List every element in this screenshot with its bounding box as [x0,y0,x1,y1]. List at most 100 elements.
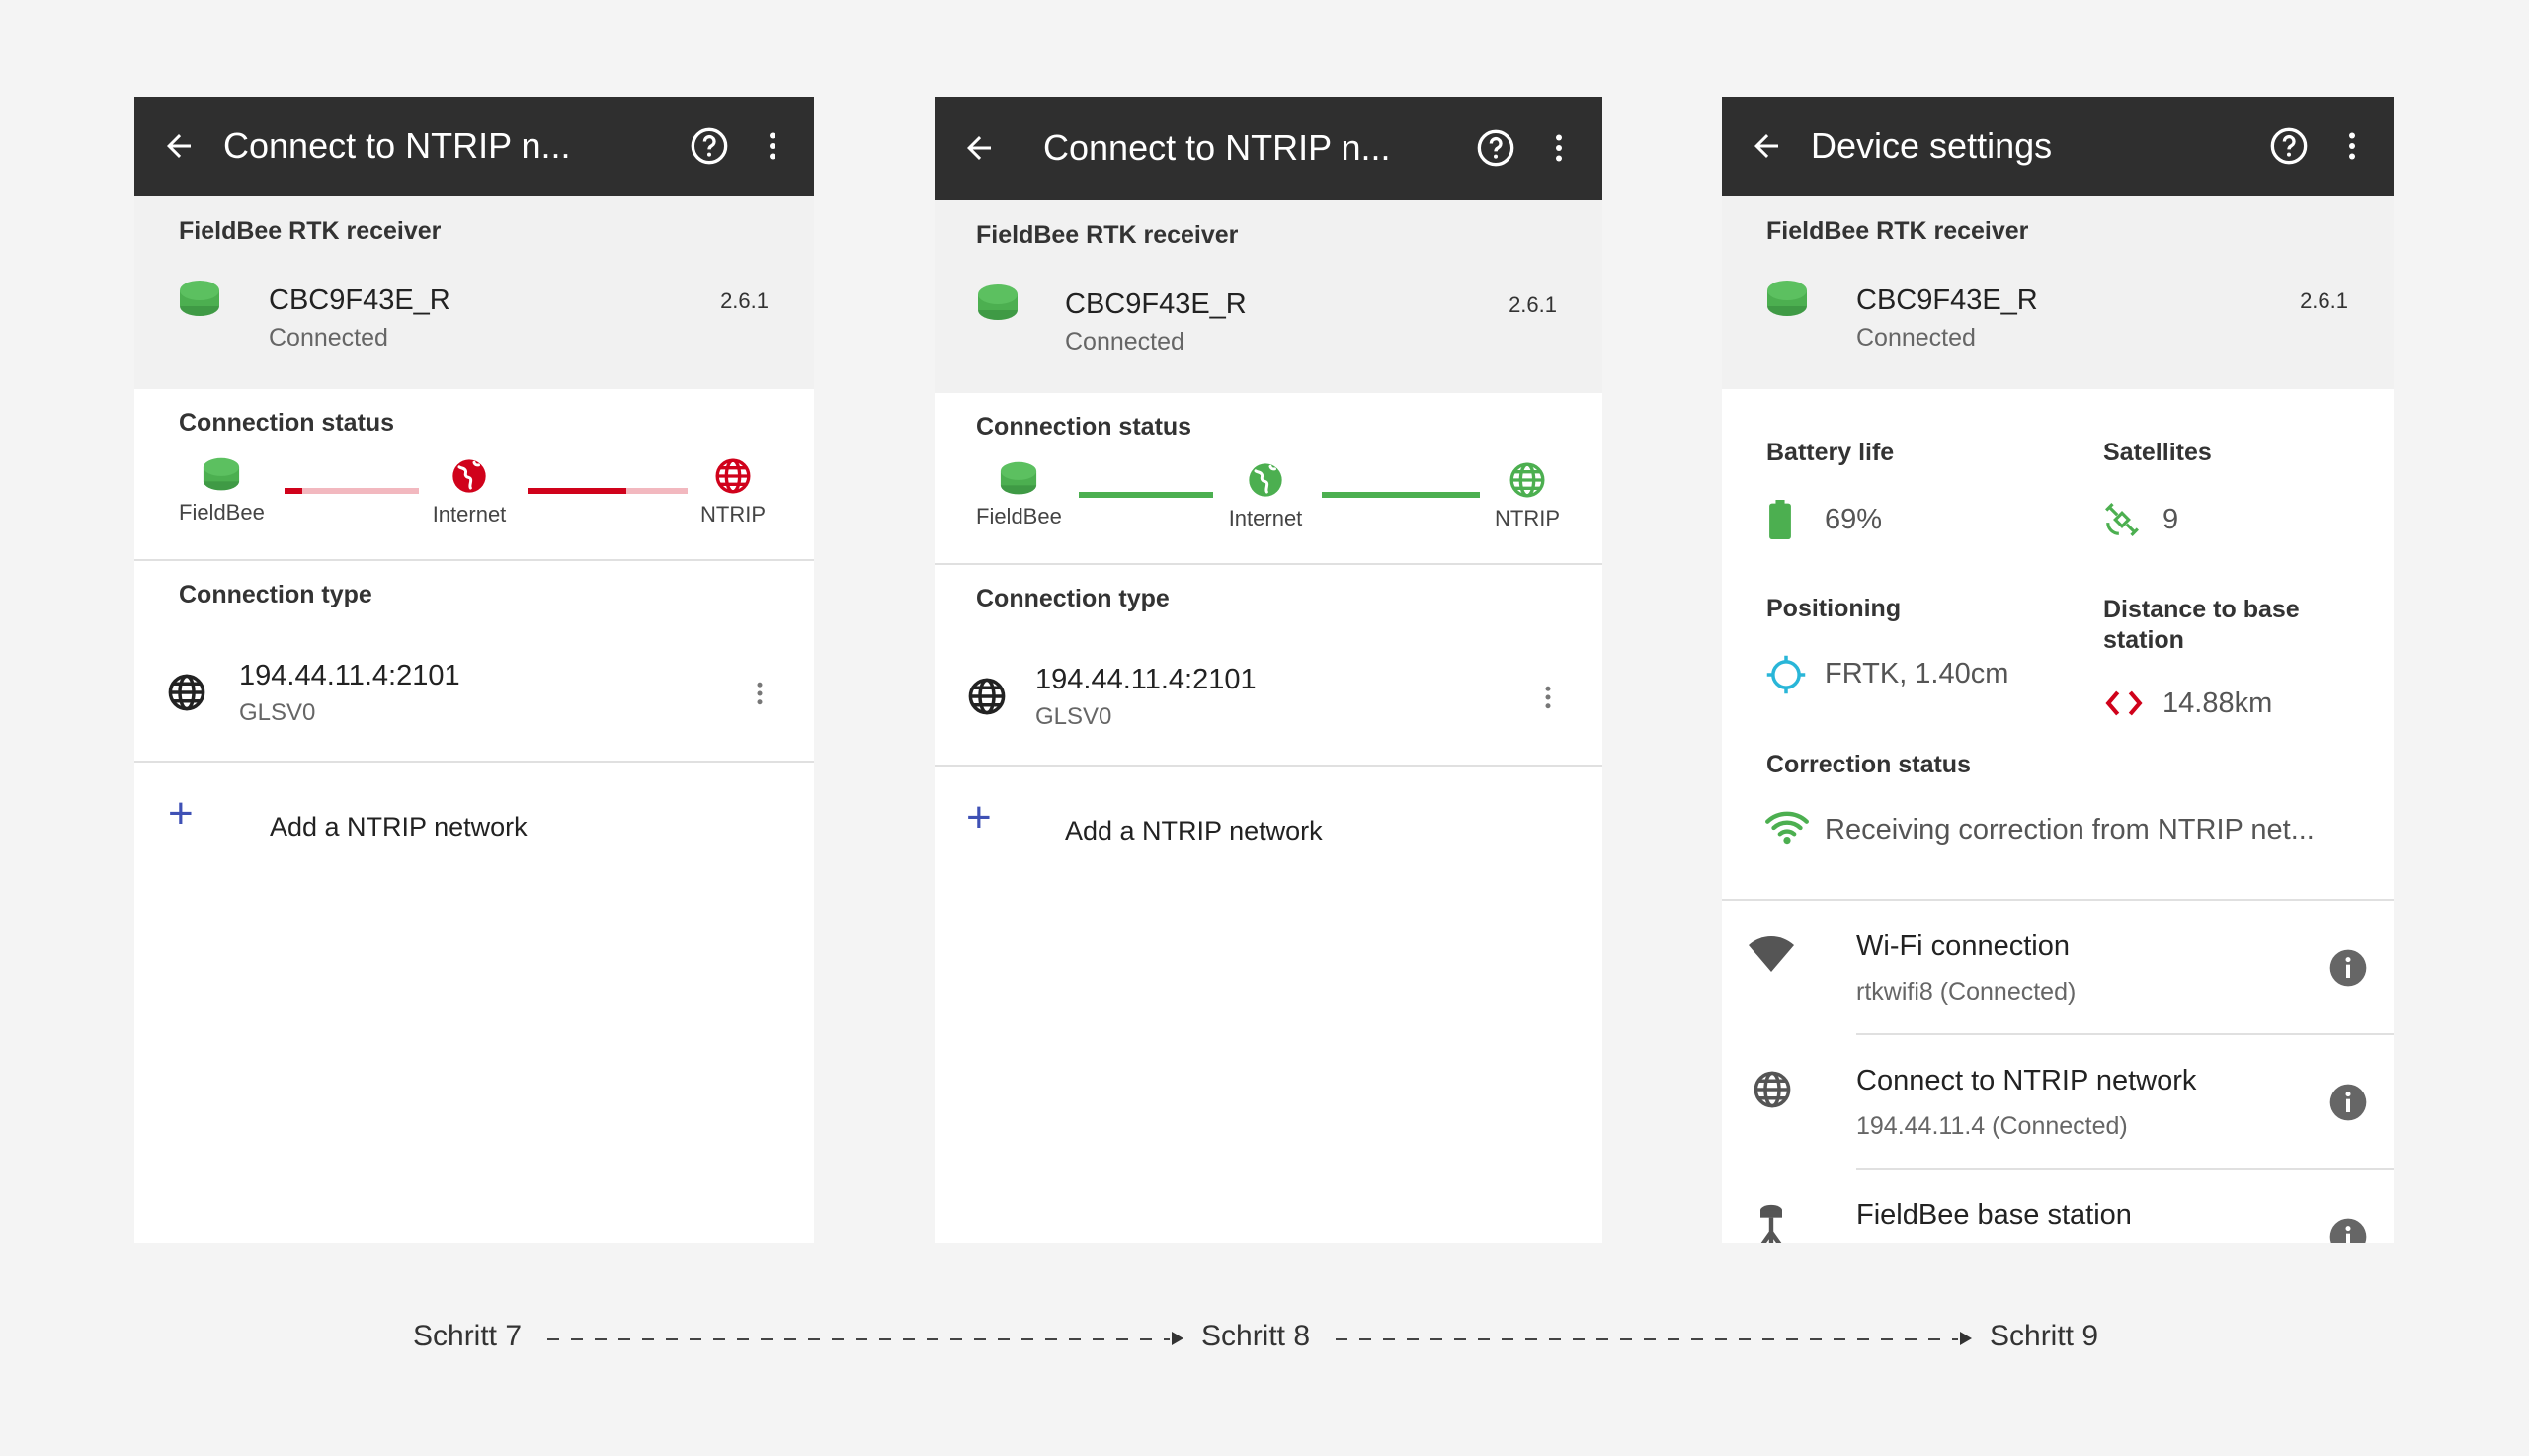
plus-icon: + [168,789,194,838]
step-label: Schritt 9 [1990,1320,2099,1352]
receiver-icon [204,457,240,491]
ntrip-mountpoint: GLSV0 [1035,703,1112,730]
step-label: Schritt 8 [1201,1320,1311,1352]
status-line [285,488,419,494]
arrow-left-icon [167,134,191,158]
wifi-icon [1749,936,1794,972]
more-vert-icon[interactable] [745,676,775,711]
ntrip-address[interactable]: 194.44.11.4:2101 [239,660,460,692]
page-title: Connect to NTRIP n... [223,125,571,166]
receiver-icon [1001,461,1037,495]
back-button[interactable] [134,97,223,196]
more-vert-icon [770,132,775,160]
app-bar: Device settings [1722,97,2394,196]
info-icon[interactable] [2328,948,2368,988]
arrow-right-icon [1172,1332,1183,1345]
code-arrows-icon [2105,690,2143,716]
more-vert-icon [2349,132,2355,160]
phone-screen-step-8: Connect to NTRIP n... FieldBee RTK recei… [935,97,1602,1243]
positioning-label: Positioning [1766,595,1902,622]
connection-status-section: Connection status FieldBee Internet NTRI… [134,389,814,561]
step-connector [547,1338,1170,1340]
ntrip-connection-row[interactable]: Connect to NTRIP network 194.44.11.4 (Co… [1722,1035,2394,1170]
globe-grid-icon [1509,462,1545,498]
globe-filled-icon [452,459,486,493]
help-button[interactable] [1464,99,1527,198]
step-flow: Schritt 7 Schritt 8 Schritt 9 [0,1320,2529,1359]
phone-screen-step-9: Device settings FieldBee RTK receiver CB… [1722,97,2394,1243]
add-ntrip-network-label: Add a NTRIP network [270,812,528,842]
correction-value: Receiving correction from NTRIP net... [1825,814,2315,846]
ntrip-connection-title: Connect to NTRIP network [1856,1065,2197,1096]
connection-type-section: Connection type 194.44.11.4:2101 GLSV0 [134,561,814,763]
more-vert-icon[interactable] [1533,680,1563,715]
distance-label: Distance to base station [2103,596,2300,654]
satellites-value: 9 [2162,504,2179,535]
help-icon [2270,127,2308,165]
receiver-icon [978,284,1018,320]
satellite-icon [2105,503,2139,536]
help-icon [691,127,728,165]
app-bar: Connect to NTRIP n... [935,97,1602,200]
status-node-label: FieldBee [976,504,1062,528]
more-vert-icon [1556,134,1562,162]
overflow-menu-button[interactable] [1527,99,1591,198]
device-info-panel: Battery life 69% Satellites 9 Positionin… [1722,389,2394,901]
connection-status-section: Connection status FieldBee Internet NTRI… [935,393,1602,565]
distance-value: 14.88km [2162,688,2273,719]
phone-screen-step-7: Connect to NTRIP n... FieldBee RTK recei… [134,97,814,1243]
battery-label: Battery life [1766,439,1895,466]
globe-grid-icon [715,458,751,494]
status-line [528,488,688,494]
connection-status-title: Connection status [179,409,395,437]
wifi-connection-row[interactable]: Wi-Fi connection rtkwifi8 (Connected) [1722,901,2394,1035]
base-station-row[interactable]: FieldBee base station [1722,1170,2394,1243]
arrow-right-icon [1960,1332,1972,1345]
receiver-version: 2.6.1 [1509,292,1557,317]
status-line [1079,492,1213,498]
status-node-internet: Internet [1221,460,1310,531]
receiver-card: FieldBee RTK receiver CBC9F43E_R Connect… [1722,196,2394,389]
status-node-fieldbee: FieldBee [179,456,265,526]
receiver-state: Connected [1856,324,1976,352]
arrow-left-icon [967,136,991,160]
status-line [1322,492,1480,498]
overflow-menu-button[interactable] [2321,97,2384,196]
status-node-label: Internet [432,502,507,526]
receiver-version: 2.6.1 [720,288,769,313]
connection-type-title: Connection type [976,585,1170,612]
receiver-section-label: FieldBee RTK receiver [976,221,1239,249]
overflow-menu-button[interactable] [741,97,804,196]
receiver-card: FieldBee RTK receiver CBC9F43E_R Connect… [134,196,814,389]
status-node-label: FieldBee [179,500,265,525]
positioning-value: FRTK, 1.40cm [1825,658,2009,689]
add-ntrip-network-button[interactable]: + Add a NTRIP network [935,767,1602,885]
status-node-label: NTRIP [700,502,766,526]
globe-icon [1754,1071,1791,1108]
add-ntrip-network-label: Add a NTRIP network [1065,816,1323,846]
receiver-section-label: FieldBee RTK receiver [1766,217,2029,245]
add-ntrip-network-button[interactable]: + Add a NTRIP network [134,763,814,881]
info-icon[interactable] [2328,1083,2368,1122]
wifi-connection-title: Wi-Fi connection [1856,930,2070,962]
crosshair-icon [1766,655,1806,694]
status-node-label: NTRIP [1495,506,1560,530]
status-node-ntrip: NTRIP [693,456,773,527]
status-node-internet: Internet [425,456,514,527]
connection-type-section: Connection type 194.44.11.4:2101 GLSV0 [935,565,1602,767]
help-button[interactable] [678,97,741,196]
back-button[interactable] [935,99,1023,198]
globe-icon [168,674,205,711]
base-station-icon [1760,1204,1782,1243]
help-button[interactable] [2257,97,2321,196]
receiver-icon [1767,281,1807,316]
battery-value: 69% [1825,504,1883,535]
ntrip-address[interactable]: 194.44.11.4:2101 [1035,664,1257,696]
correction-label: Correction status [1766,751,1971,778]
info-icon[interactable] [2328,1217,2368,1243]
base-station-title: FieldBee base station [1856,1199,2132,1231]
receiver-card: FieldBee RTK receiver CBC9F43E_R Connect… [935,200,1602,393]
back-button[interactable] [1722,97,1811,196]
ntrip-mountpoint: GLSV0 [239,699,316,726]
wifi-signal-icon [1765,811,1809,845]
